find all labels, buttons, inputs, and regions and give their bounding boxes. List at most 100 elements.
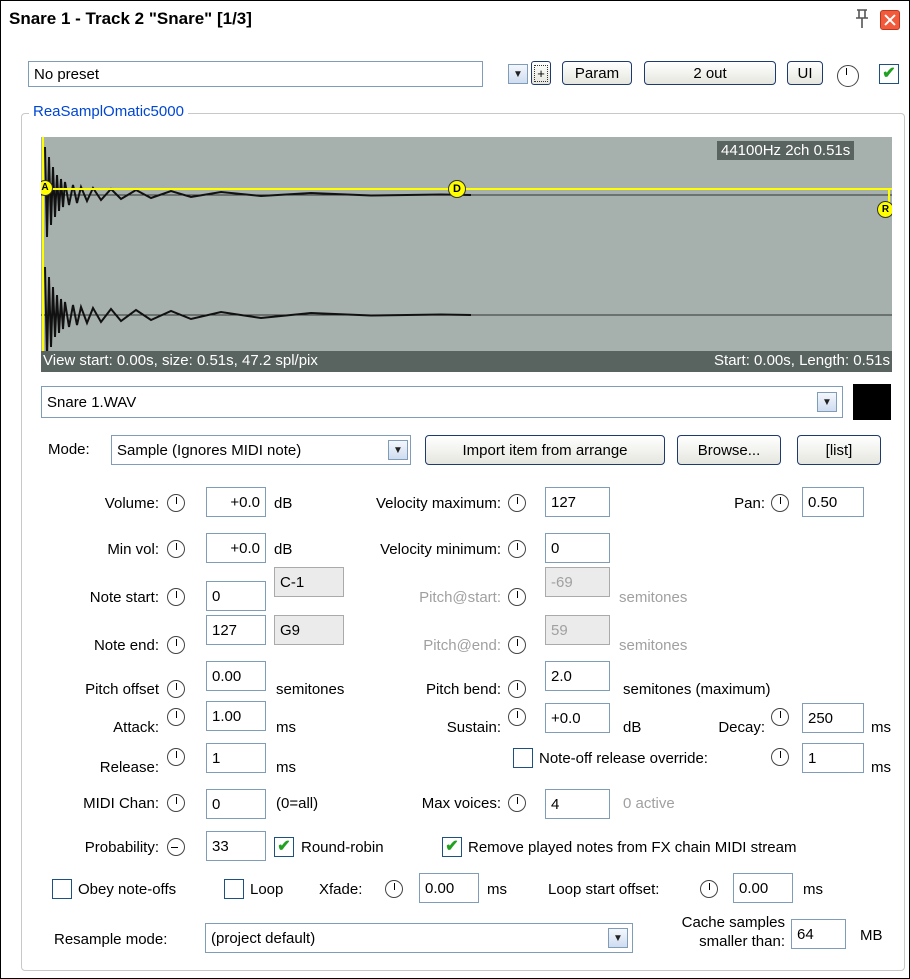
probability-input[interactable]: 33 — [206, 831, 266, 861]
min-vol-input[interactable]: +0.0 — [206, 533, 266, 563]
sustain-input[interactable]: +0.0 — [545, 703, 610, 733]
xfade-value: 0.00 — [425, 879, 455, 897]
decay-input[interactable]: 250 — [802, 703, 864, 733]
wet-knob-icon[interactable] — [837, 65, 859, 87]
mode-dropdown-icon[interactable]: ▼ — [388, 440, 408, 460]
note-end-input[interactable]: 127 — [206, 615, 266, 645]
max-voices-input[interactable]: 4 — [545, 789, 610, 819]
remove-notes-checkbox[interactable]: ✔ — [442, 837, 462, 857]
pitch-offset-input[interactable]: 0.00 — [206, 661, 266, 691]
loop-checkbox[interactable] — [224, 879, 244, 899]
release-label: Release: — [99, 759, 159, 776]
cache-label: Cache samples smaller than: — [641, 913, 785, 951]
velocity-min-input[interactable]: 0 — [545, 533, 610, 563]
pitch-bend-input[interactable]: 2.0 — [545, 661, 610, 691]
min-vol-label: Min vol: — [107, 541, 159, 558]
enable-checkbox[interactable]: ✔ — [879, 64, 899, 84]
round-robin-checkbox[interactable]: ✔ — [274, 837, 294, 857]
max-voices-value: 4 — [551, 795, 560, 813]
pitch-bend-value: 2.0 — [551, 667, 572, 685]
browse-button[interactable]: Browse... — [677, 435, 781, 465]
pitch-bend-knob-icon[interactable] — [508, 680, 526, 698]
xfade-input[interactable]: 0.00 — [419, 873, 479, 903]
midi-chan-input[interactable]: 0 — [206, 789, 266, 819]
resample-select[interactable]: (project default) — [205, 923, 633, 953]
note-start-input[interactable]: 0 — [206, 581, 266, 611]
pan-knob-icon[interactable] — [771, 494, 789, 512]
min-vol-value: +0.0 — [230, 539, 260, 557]
param-button[interactable]: Param — [562, 61, 632, 85]
min-vol-knob-icon[interactable] — [167, 540, 185, 558]
add-button[interactable]: + — [531, 61, 551, 85]
import-item-button[interactable]: Import item from arrange — [425, 435, 665, 465]
xfade-knob-icon[interactable] — [385, 880, 403, 898]
pitch-start-input[interactable]: -69 — [545, 567, 610, 597]
pitch-end-unit: semitones — [619, 637, 688, 654]
probability-knob-icon[interactable] — [167, 838, 185, 856]
max-voices-label: Max voices: — [421, 795, 501, 812]
color-swatch[interactable] — [853, 384, 891, 420]
midi-chan-label: MIDI Chan: — [83, 795, 159, 812]
velocity-max-input[interactable]: 127 — [545, 487, 610, 517]
list-button[interactable]: [list] — [797, 435, 881, 465]
close-icon[interactable] — [880, 10, 900, 30]
velocity-max-knob-icon[interactable] — [508, 494, 526, 512]
note-end-label: Note end: — [93, 637, 159, 654]
note-end-value: 127 — [212, 621, 238, 639]
velocity-min-knob-icon[interactable] — [508, 540, 526, 558]
title-bar: Snare 1 - Track 2 "Snare" [1/3] — [7, 7, 905, 33]
volume-input[interactable]: +0.0 — [206, 487, 266, 517]
round-robin-label: Round-robin — [301, 839, 384, 856]
attack-knob-icon[interactable] — [167, 708, 185, 726]
decay-knob-icon[interactable] — [771, 708, 789, 726]
resample-dropdown-icon[interactable]: ▼ — [608, 928, 628, 948]
attack-unit: ms — [276, 719, 296, 736]
loop-start-knob-icon[interactable] — [700, 880, 718, 898]
sustain-knob-icon[interactable] — [508, 708, 526, 726]
preset-dropdown-icon[interactable]: ▼ — [508, 64, 528, 84]
outputs-button[interactable]: 2 out — [644, 61, 776, 85]
probability-value: 33 — [212, 837, 229, 855]
volume-knob-icon[interactable] — [167, 494, 185, 512]
cache-label-line2: smaller than: — [699, 933, 785, 950]
velocity-min-value: 0 — [551, 539, 560, 557]
obey-noteoffs-checkbox[interactable] — [52, 879, 72, 899]
max-voices-knob-icon[interactable] — [508, 794, 526, 812]
outputs-label: 2 out — [693, 64, 727, 82]
xfade-label: Xfade: — [319, 881, 363, 898]
pan-input[interactable]: 0.50 — [802, 487, 864, 517]
cache-input[interactable]: 64 — [791, 919, 846, 949]
note-end-name-value: G9 — [280, 621, 301, 639]
midi-chan-knob-icon[interactable] — [167, 794, 185, 812]
release-knob-icon[interactable] — [167, 748, 185, 766]
sample-file-dropdown-icon[interactable]: ▼ — [817, 392, 837, 412]
pitch-end-input[interactable]: 59 — [545, 615, 610, 645]
pitch-end-knob-icon[interactable] — [508, 636, 526, 654]
window-title: Snare 1 - Track 2 "Snare" [1/3] — [9, 9, 252, 28]
velocity-max-value: 127 — [551, 493, 577, 511]
preset-select[interactable]: No preset — [28, 61, 483, 87]
note-start-name-value: C-1 — [280, 573, 305, 591]
sample-file-select[interactable]: Snare 1.WAV — [41, 386, 843, 418]
pin-icon[interactable] — [851, 7, 873, 31]
loop-start-input[interactable]: 0.00 — [733, 873, 793, 903]
note-start-knob-icon[interactable] — [167, 588, 185, 606]
noteoff-override-knob-icon[interactable] — [771, 748, 789, 766]
pitch-start-knob-icon[interactable] — [508, 588, 526, 606]
release-input[interactable]: 1 — [206, 743, 266, 773]
noteoff-override-input[interactable]: 1 — [802, 743, 864, 773]
midi-chan-value: 0 — [212, 795, 221, 813]
waveform-display[interactable]: 44100Hz 2ch 0.51s A D R View start: 0.00… — [41, 137, 892, 372]
release-marker[interactable]: R — [877, 201, 892, 218]
attack-input[interactable]: 1.00 — [206, 701, 266, 731]
note-end-knob-icon[interactable] — [167, 636, 185, 654]
preset-value: No preset — [34, 65, 100, 83]
noteoff-override-checkbox[interactable] — [513, 748, 533, 768]
resample-value: (project default) — [211, 929, 316, 947]
mode-select[interactable]: Sample (Ignores MIDI note) — [111, 435, 411, 465]
waveform-status-bar: View start: 0.00s, size: 0.51s, 47.2 spl… — [41, 351, 892, 372]
view-info: View start: 0.00s, size: 0.51s, 47.2 spl… — [43, 352, 318, 369]
ui-button[interactable]: UI — [787, 61, 823, 85]
decay-marker[interactable]: D — [448, 180, 466, 198]
pitch-offset-knob-icon[interactable] — [167, 680, 185, 698]
